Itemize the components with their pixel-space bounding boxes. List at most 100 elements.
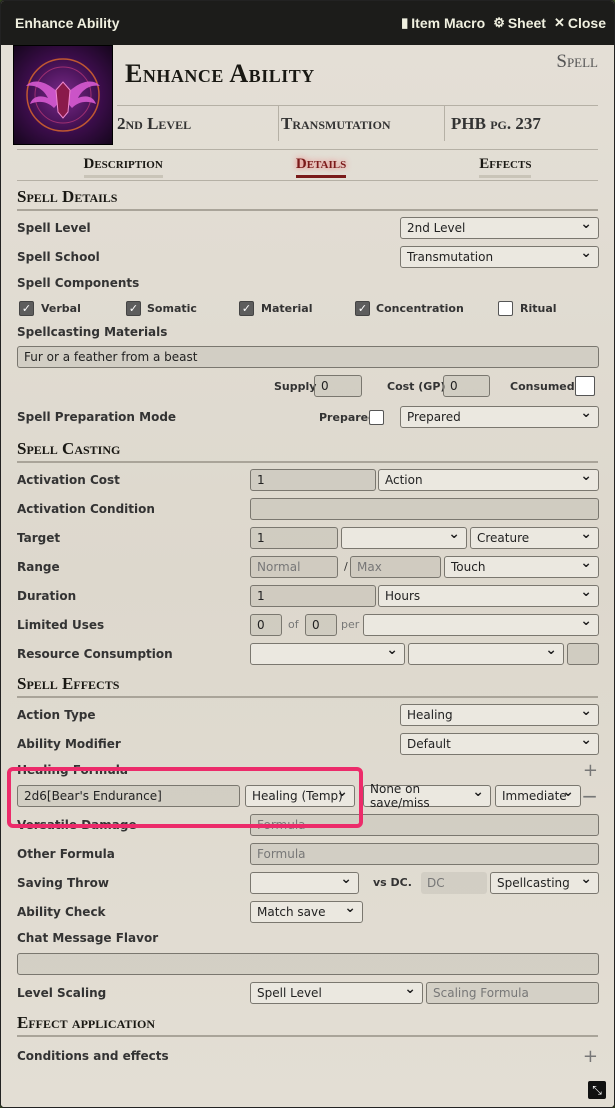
verbal-checkbox[interactable]: ✓ xyxy=(19,300,34,316)
ability-check-select[interactable]: Match save xyxy=(250,900,363,923)
supply-label: Supply xyxy=(274,379,317,393)
close-button[interactable]: ✕ Close xyxy=(554,15,606,31)
action-type-label: Action Type xyxy=(17,707,96,722)
sheet-tabs: Description Details Effects xyxy=(17,149,598,181)
consume-target-select[interactable] xyxy=(408,642,564,665)
spell-components-label: Spell Components xyxy=(17,276,140,290)
activation-type-select[interactable]: Action xyxy=(378,468,599,491)
summary-source[interactable]: PHB pg. 237 xyxy=(445,106,598,141)
level-scaling-label: Level Scaling xyxy=(17,985,107,1000)
target-label: Target xyxy=(17,530,61,545)
item-sheet-window: Enhance Ability ▮ Item Macro ⚙ Sheet ✕ Clos… xyxy=(0,0,615,1108)
ritual-label: Ritual xyxy=(520,301,557,315)
other-formula-input[interactable]: Formula xyxy=(250,842,599,865)
somatic-label: Somatic xyxy=(147,301,197,315)
tab-effects[interactable]: Effects xyxy=(479,156,532,178)
section-spell-details: Spell Details xyxy=(17,181,598,211)
uses-value-input[interactable]: 0 xyxy=(250,613,282,636)
save-dc-input[interactable]: DC xyxy=(421,871,487,894)
prep-mode-label: Spell Preparation Mode xyxy=(17,410,177,424)
close-icon: ✕ xyxy=(553,15,565,30)
highlight-box xyxy=(7,767,363,828)
spell-image[interactable] xyxy=(13,45,113,145)
chat-flavor-input[interactable] xyxy=(17,953,599,975)
ability-check-label: Ability Check xyxy=(17,904,106,919)
item-macro-button[interactable]: ▮ Item Macro xyxy=(401,15,485,31)
file-icon: ▮ xyxy=(401,15,409,30)
tab-details[interactable]: Details xyxy=(295,156,347,178)
consume-type-select[interactable] xyxy=(250,642,405,665)
activation-cost-label: Activation Cost xyxy=(17,472,120,487)
duration-label: Duration xyxy=(17,588,77,603)
add-effect-icon[interactable]: + xyxy=(583,1046,598,1067)
timing-select[interactable]: Immediate xyxy=(495,784,581,807)
uses-max-input[interactable]: 0 xyxy=(305,613,337,636)
item-macro-label: Item Macro xyxy=(411,15,486,31)
action-type-select[interactable]: Healing xyxy=(400,703,599,726)
saving-throw-label: Saving Throw xyxy=(17,875,109,890)
range-units-select[interactable]: Touch xyxy=(444,555,599,578)
consumed-label: Consumed xyxy=(510,379,575,393)
range-separator: / xyxy=(344,560,348,573)
add-damage-part-icon[interactable]: + xyxy=(583,760,598,781)
target-units-select[interactable] xyxy=(341,526,467,549)
concentration-checkbox[interactable]: ✓ xyxy=(355,300,370,316)
duration-units-select[interactable]: Hours xyxy=(378,584,599,607)
supply-input[interactable]: 0 xyxy=(314,375,362,397)
spellcasting-materials-label: Spellcasting Materials xyxy=(17,325,168,339)
consume-amount-input[interactable] xyxy=(567,642,599,665)
item-type: Spell xyxy=(556,51,598,72)
spell-school-select[interactable]: Transmutation xyxy=(400,245,599,268)
save-behavior-select[interactable]: None on save/miss xyxy=(363,782,491,810)
uses-of-label: of xyxy=(288,618,299,631)
scaling-formula-input[interactable]: Scaling Formula xyxy=(426,981,599,1004)
prepared-checkbox[interactable] xyxy=(369,409,384,425)
resize-handle-icon[interactable]: ⤡ xyxy=(588,1081,606,1099)
ritual-checkbox[interactable] xyxy=(498,300,513,316)
spell-name[interactable]: Enhance Ability xyxy=(125,59,315,89)
activation-condition-input[interactable] xyxy=(250,497,599,520)
prepared-label: Prepared xyxy=(319,410,377,424)
materials-input[interactable]: Fur or a feather from a beast xyxy=(17,346,599,368)
duration-value-input[interactable]: 1 xyxy=(250,584,376,607)
ability-modifier-label: Ability Modifier xyxy=(17,736,121,751)
prep-mode-select[interactable]: Prepared xyxy=(400,405,599,428)
conditions-effects-label: Conditions and effects xyxy=(17,1049,169,1063)
somatic-checkbox[interactable]: ✓ xyxy=(126,300,141,316)
save-ability-select[interactable] xyxy=(250,871,359,894)
save-scaling-select[interactable]: Spellcasting xyxy=(490,871,599,894)
window-title: Enhance Ability xyxy=(15,15,120,31)
spell-level-label: Spell Level xyxy=(17,220,91,235)
spell-level-select[interactable]: 2nd Level xyxy=(400,216,599,239)
target-value-input[interactable]: 1 xyxy=(250,526,338,549)
material-label: Material xyxy=(261,301,313,315)
resource-consumption-label: Resource Consumption xyxy=(17,646,173,661)
window-titlebar[interactable]: Enhance Ability ▮ Item Macro ⚙ Sheet ✕ Clos… xyxy=(1,1,614,45)
concentration-label: Concentration xyxy=(376,301,464,315)
range-label: Range xyxy=(17,559,60,574)
tab-description[interactable]: Description xyxy=(83,156,163,178)
remove-damage-part-icon[interactable]: − xyxy=(581,784,598,808)
ability-modifier-select[interactable]: Default xyxy=(400,732,599,755)
uses-period-select[interactable] xyxy=(363,613,599,636)
section-effect-application: Effect application xyxy=(17,1007,598,1037)
cost-input[interactable]: 0 xyxy=(443,375,490,397)
activation-cost-input[interactable]: 1 xyxy=(250,468,376,491)
target-type-select[interactable]: Creature xyxy=(470,526,599,549)
sheet-button[interactable]: ⚙ Sheet xyxy=(493,15,546,31)
winged-bear-emblem xyxy=(26,58,100,132)
limited-uses-label: Limited Uses xyxy=(17,617,105,632)
section-spell-effects: Spell Effects xyxy=(17,668,598,698)
spell-summary: 2nd Level Transmutation PHB pg. 237 xyxy=(117,105,598,141)
consumed-checkbox[interactable] xyxy=(575,376,595,396)
range-normal-input[interactable]: Normal xyxy=(250,555,338,578)
uses-per-label: per xyxy=(341,618,360,631)
chat-flavor-label: Chat Message Flavor xyxy=(17,931,159,945)
other-formula-label: Other Formula xyxy=(17,846,115,861)
section-spell-casting: Spell Casting xyxy=(17,433,598,463)
vs-dc-label: vs DC. xyxy=(373,876,412,889)
level-scaling-select[interactable]: Spell Level xyxy=(250,981,423,1004)
sheet-label: Sheet xyxy=(507,15,546,31)
range-max-input[interactable]: Max xyxy=(350,555,441,578)
material-checkbox[interactable]: ✓ xyxy=(239,300,254,316)
